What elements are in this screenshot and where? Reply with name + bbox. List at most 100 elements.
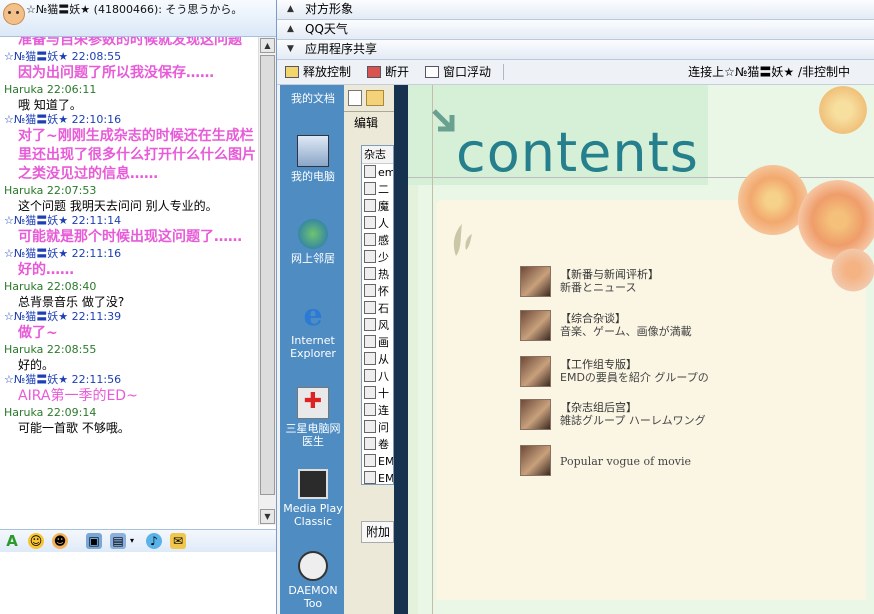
desktop-icon-network[interactable]: 网上邻居 — [282, 219, 344, 265]
scroll-thumb[interactable] — [260, 55, 275, 495]
file-icon — [364, 301, 376, 314]
list-item[interactable]: 少 — [362, 249, 393, 266]
list-item[interactable]: 怀 — [362, 283, 393, 300]
list-item[interactable]: EMI — [362, 470, 393, 484]
entry-thumbnail — [520, 266, 551, 297]
file-icon — [364, 420, 376, 433]
list-item[interactable]: 连 — [362, 402, 393, 419]
contents-entry[interactable]: 【杂志组后宫】 雑誌グループ ハーレムワング — [520, 399, 760, 433]
network-icon — [298, 219, 328, 249]
desktop-icon-my-computer[interactable]: 我的电脑 — [282, 135, 344, 183]
scroll-up-arrow[interactable]: ▲ — [260, 38, 275, 53]
list-item[interactable]: 八 — [362, 368, 393, 385]
message-header: ☆№猫〓妖★ 22:11:39 — [4, 310, 122, 323]
message: 准备与自荣参数的时候就发现这问题 — [0, 37, 258, 50]
list-item[interactable]: em — [362, 164, 393, 181]
file-icon — [364, 267, 376, 280]
list-item[interactable]: 二 — [362, 181, 393, 198]
avatar[interactable] — [3, 3, 25, 25]
magic-emoticon-icon[interactable]: ☻ — [52, 533, 68, 549]
contents-entry[interactable]: 【综合杂谈】 音楽、ゲーム、画像が満載 — [520, 310, 760, 344]
list-item[interactable]: EMI — [362, 453, 393, 470]
file-icon — [364, 386, 376, 399]
remote-desktop-view[interactable]: 我的文档 我的电脑 网上邻居 e Internet Explorer ✚ 三星电… — [280, 85, 874, 614]
window-edge — [394, 85, 408, 614]
file-icon — [364, 352, 376, 365]
scroll-down-arrow[interactable]: ▼ — [260, 509, 275, 524]
file-icon — [364, 233, 376, 246]
file-icon — [364, 165, 376, 178]
document-icon[interactable] — [348, 90, 362, 106]
message: Haruka 22:08:55 好的。 — [0, 343, 258, 373]
connection-status: 连接上☆№猫〓妖★ /非控制中 — [688, 65, 850, 79]
window-icon — [425, 66, 439, 78]
list-item[interactable]: 人 — [362, 215, 393, 232]
tab-edit[interactable]: 编辑 — [354, 114, 378, 131]
list-item[interactable]: 问 — [362, 419, 393, 436]
desktop-icon-my-documents[interactable]: 我的文档 — [282, 92, 344, 105]
internet-explorer-icon: e — [303, 298, 323, 333]
magazine-page: contents 【新番与新闻评析】 新番とニュース 【综合杂谈】 音楽、ゲーム… — [408, 85, 874, 614]
list-item[interactable]: 魔 — [362, 198, 393, 215]
list-item[interactable]: 十 — [362, 385, 393, 402]
message-input[interactable] — [0, 552, 276, 614]
panel-header-weather[interactable]: ▲ QQ天气 — [277, 20, 874, 40]
chat-pane: ☆№猫〓妖★ (41800466): そう思うから。 准备与自荣参数的时候就发现… — [0, 0, 277, 614]
page-title: contents — [456, 121, 699, 184]
panel-header-avatar[interactable]: ▲ 对方形象 — [277, 0, 874, 20]
chevron-down-icon[interactable]: ▾ — [128, 533, 136, 549]
contents-entry[interactable]: 【工作组专版】 EMDの要員を紹介 グループの — [520, 356, 760, 390]
file-icon — [364, 369, 376, 382]
message-header: Haruka 22:09:14 — [4, 406, 97, 419]
daemon-tools-icon — [298, 551, 328, 581]
message: ☆№猫〓妖★ 22:11:14 可能就是那个时候出现这问题了…… — [0, 214, 258, 247]
computer-icon — [297, 135, 329, 167]
desktop-icon-media-player[interactable]: Media Play Classic — [282, 469, 344, 528]
float-window-button[interactable]: 窗口浮动 — [425, 64, 491, 80]
font-icon[interactable]: A — [4, 533, 20, 549]
message: Haruka 22:09:14 可能一首歌 不够哦。 — [0, 406, 258, 436]
message-header: ☆№猫〓妖★ 22:11:56 — [4, 373, 122, 386]
list-item[interactable]: 热 — [362, 266, 393, 283]
medical-cross-icon: ✚ — [297, 387, 329, 419]
chevron-up-icon: ▲ — [287, 4, 294, 14]
list-item[interactable]: 感 — [362, 232, 393, 249]
list-item[interactable]: 风 — [362, 317, 393, 334]
chat-toolbar: A ☺ ☻ ▣ ▤ ▾ ♪ ✉ — [0, 529, 276, 553]
message-body: 可能就是那个时候出现这问题了…… — [18, 229, 242, 245]
message-header: ☆№猫〓妖★ 22:11:14 — [4, 214, 122, 227]
panel-header-app-share[interactable]: ▼ 应用程序共享 — [277, 40, 874, 60]
message-header: Haruka 22:06:11 — [4, 83, 97, 96]
music-icon[interactable]: ♪ — [146, 533, 162, 549]
list-item[interactable]: 画 — [362, 334, 393, 351]
message-body: 对了~刚刚生成杂志的时候还在生成栏里还出现了很多什么打开什么什么图片之类没见过的… — [18, 128, 256, 182]
entry-thumbnail — [520, 399, 551, 430]
contents-entry[interactable]: 【新番与新闻评析】 新番とニュース — [520, 266, 760, 300]
message: ☆№猫〓妖★ 22:11:39 做了~ — [0, 310, 258, 343]
image-icon[interactable]: ▣ — [86, 533, 102, 549]
emoticon-icon[interactable]: ☺ — [28, 533, 44, 549]
file-icon — [364, 437, 376, 450]
disconnect-button[interactable]: 断开 — [367, 64, 409, 80]
gift-icon[interactable]: ✉ — [170, 533, 186, 549]
list-item[interactable]: 卷 — [362, 436, 393, 453]
file-icon — [364, 216, 376, 229]
message-history: 准备与自荣参数的时候就发现这问题 ☆№猫〓妖★ 22:08:55 因为出问题了所… — [0, 37, 258, 525]
folder-icon[interactable] — [366, 90, 384, 106]
message-body: 可能一首歌 不够哦。 — [18, 421, 130, 435]
message-header: Haruka 22:08:55 — [4, 343, 97, 356]
desktop-icon-samsung-doctor[interactable]: ✚ 三星电脑网医生 — [282, 387, 344, 448]
contents-entry[interactable]: Popular vogue of movie — [520, 445, 760, 479]
entry-thumbnail — [520, 310, 551, 341]
chat-header: ☆№猫〓妖★ (41800466): そう思うから。 — [0, 0, 276, 37]
screenshot-icon[interactable]: ▤ — [110, 533, 126, 549]
attach-tab[interactable]: 附加 — [361, 521, 394, 543]
desktop-icon-daemon-tools[interactable]: DAEMON Too — [282, 551, 344, 610]
list-item[interactable]: 从 — [362, 351, 393, 368]
chevron-down-icon: ▼ — [287, 44, 294, 54]
file-icon — [364, 403, 376, 416]
release-control-button[interactable]: 释放控制 — [285, 64, 351, 80]
list-item[interactable]: 石 — [362, 300, 393, 317]
chat-scrollbar[interactable]: ▲ ▼ — [258, 37, 276, 525]
desktop-icon-ie[interactable]: e Internet Explorer — [282, 298, 344, 361]
